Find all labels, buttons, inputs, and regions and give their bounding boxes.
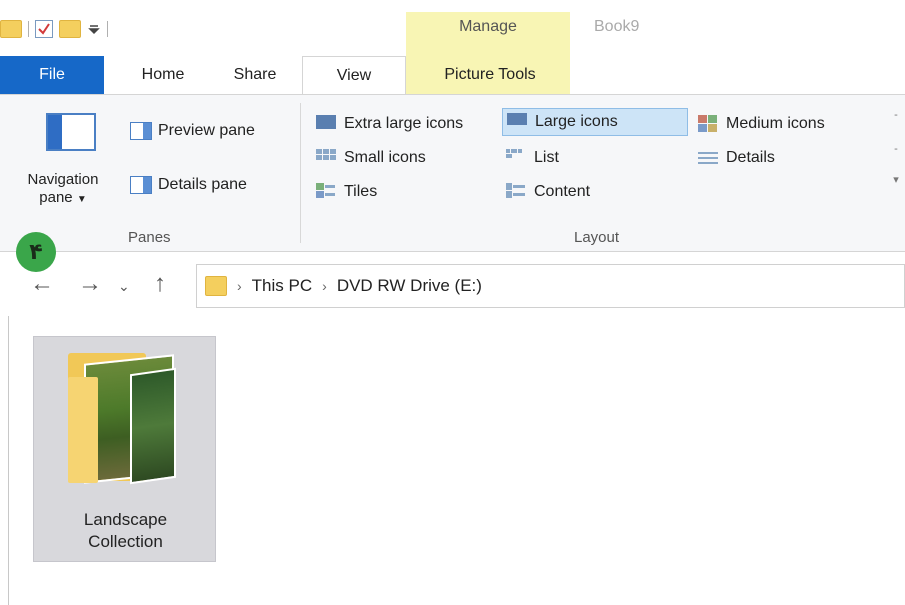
up-arrow-icon[interactable]: ↑: [154, 270, 166, 298]
properties-icon[interactable]: [35, 20, 53, 38]
navigation-pane-label: Navigation: [27, 171, 99, 188]
preview-pane-button[interactable]: Preview pane: [130, 117, 255, 145]
layout-item-label: Tiles: [344, 183, 378, 200]
layout-item-label: Details: [726, 149, 775, 166]
expand-gallery-icon[interactable]: ▾: [890, 173, 902, 186]
back-arrow-icon[interactable]: ←: [30, 270, 54, 298]
folder-icon: [205, 276, 227, 296]
large-icons-icon: [507, 113, 529, 131]
folder-icon[interactable]: [0, 20, 22, 38]
ribbon-tabs: File Home Share View Picture Tools: [0, 56, 905, 96]
breadcrumb-chevron-icon[interactable]: ›: [237, 278, 242, 294]
folder-name-2: Collection: [88, 532, 163, 551]
layout-item-label: Large icons: [535, 113, 618, 130]
layout-tiles[interactable]: Tiles: [312, 178, 500, 206]
address-bar[interactable]: › This PC › DVD RW Drive (E:): [196, 264, 905, 308]
navigation-row: ← → ⌄ ↑ › This PC › DVD RW Drive (E:): [0, 256, 905, 316]
small-icons-icon: [316, 149, 338, 167]
layout-item-label: Extra large icons: [344, 115, 464, 132]
folder-tile[interactable]: Landscape Collection: [33, 336, 216, 562]
window-title: Book9: [594, 18, 640, 35]
navigation-pane-button[interactable]: Navigation pane ▼: [4, 109, 122, 219]
layout-large-icons[interactable]: Large icons: [502, 108, 688, 136]
customize-dropdown-icon[interactable]: [87, 22, 101, 36]
list-icon: [506, 149, 528, 167]
tab-picture-tools[interactable]: Picture Tools: [410, 56, 570, 94]
scroll-down-icon[interactable]: -: [890, 143, 902, 155]
layout-list[interactable]: List: [502, 144, 688, 172]
folder-front-icon: [68, 377, 98, 483]
breadcrumb-this-pc[interactable]: This PC: [252, 276, 312, 296]
preview-pane-label: Preview pane: [158, 122, 255, 139]
chevron-down-icon: ▼: [76, 194, 87, 205]
photo-thumbnail-icon: [130, 367, 176, 485]
tab-share[interactable]: Share: [222, 56, 288, 94]
details-pane-button[interactable]: Details pane: [130, 171, 247, 199]
tab-home[interactable]: Home: [128, 56, 198, 94]
navigation-pane-icon: [46, 113, 96, 151]
tab-view[interactable]: View: [302, 56, 406, 96]
breadcrumb-chevron-icon[interactable]: ›: [322, 278, 327, 294]
scroll-up-icon[interactable]: -: [890, 109, 902, 121]
details-icon: [698, 149, 720, 167]
pane-divider: [8, 316, 9, 605]
toolbar-divider: [107, 21, 108, 37]
medium-icons-icon: [698, 115, 720, 133]
recent-locations-chevron-icon[interactable]: ⌄: [118, 278, 130, 295]
details-pane-icon: [130, 176, 152, 194]
layout-medium-icons[interactable]: Medium icons: [694, 110, 884, 138]
layout-details[interactable]: Details: [694, 144, 884, 172]
folder-name: Landscape: [83, 510, 168, 529]
breadcrumb-dvd-drive[interactable]: DVD RW Drive (E:): [337, 276, 482, 296]
tab-file[interactable]: File: [0, 56, 104, 94]
layout-item-label: Content: [534, 183, 591, 200]
manage-tab-label[interactable]: Manage: [406, 18, 570, 36]
tiles-icon: [316, 183, 338, 201]
layout-scroll[interactable]: - - ▾: [890, 109, 902, 229]
layout-item-label: List: [534, 149, 559, 166]
ribbon: Navigation pane ▼ Preview pane Details p…: [0, 94, 905, 252]
preview-pane-icon: [130, 122, 152, 140]
navigation-pane-label-2: pane: [39, 189, 73, 206]
group-divider: [300, 103, 301, 243]
layout-small-icons[interactable]: Small icons: [312, 144, 500, 172]
extra-large-icons-icon: [316, 115, 338, 133]
toolbar-divider: [28, 21, 29, 37]
layout-item-label: Small icons: [344, 149, 426, 166]
layout-group-label: Layout: [574, 229, 620, 246]
new-folder-icon[interactable]: [59, 20, 81, 38]
details-pane-label: Details pane: [158, 176, 247, 193]
content-icon: [506, 183, 528, 201]
forward-arrow-icon[interactable]: →: [78, 270, 102, 298]
layout-extra-large-icons[interactable]: Extra large icons: [312, 110, 500, 138]
panes-group-label: Panes: [128, 229, 171, 246]
layout-content[interactable]: Content: [502, 178, 688, 206]
quick-access-toolbar: [0, 18, 108, 40]
layout-item-label: Medium icons: [726, 115, 825, 132]
